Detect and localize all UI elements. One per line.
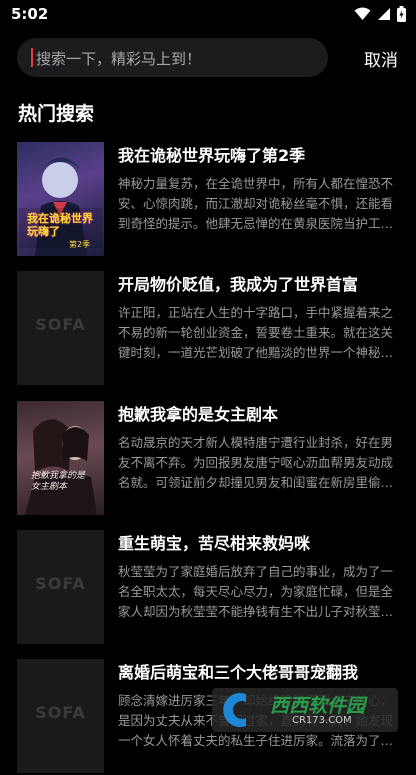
book-title: 抱歉我拿的是女主剧本 (118, 405, 279, 424)
search-placeholder: 搜索一下，精彩马上到！ (36, 50, 202, 68)
book-item[interactable]: 抱歉我拿的是女主剧本 抱歉我拿的是女主剧本 名动晟京的天才新人模特唐宁遭行业封杀… (17, 401, 401, 517)
cover-placeholder-logo: SOFA (35, 574, 86, 593)
text-cursor (31, 48, 33, 67)
watermark-badge: 西西软件园 CR173.COM (212, 688, 398, 732)
book-description: 神秘力量复苏，在全诡世界中，所有人都在惶恐不安、心惊肉跳，而江澈却对诡秘丝毫不惧… (118, 176, 394, 231)
cover-placeholder-logo: SOFA (35, 315, 86, 334)
cover-art-subtitle: 第2季 (69, 240, 91, 249)
watermark-logo-icon (223, 693, 246, 727)
book-item[interactable]: 我在诡秘世界玩嗨了 第2季 我在诡秘世界玩嗨了第2季 神秘力量复苏，在全诡世界中… (17, 142, 401, 258)
book-cover: SOFA (17, 530, 104, 644)
book-description: 名动晟京的天才新人模特唐宁遭行业封杀，好在男友不离不弃。为回报男友唐宁呕心沥血帮… (118, 435, 394, 490)
book-cover: SOFA (17, 271, 104, 385)
book-cover: 我在诡秘世界玩嗨了 第2季 (17, 142, 104, 256)
status-bar: 5:02 (0, 0, 416, 30)
book-title: 我在诡秘世界玩嗨了第2季 (118, 146, 306, 165)
book-title: 开局物价贬值，我成为了世界首富 (118, 275, 359, 294)
cancel-button[interactable]: 取消 (364, 46, 398, 71)
book-item[interactable]: SOFA 重生萌宝，苦尽柑来救妈咪 秋莹莹为了家庭婚后放弃了自己的事业，成为了一… (17, 530, 401, 646)
status-icons (354, 6, 406, 22)
book-description: 秋莹莹为了家庭婚后放弃了自己的事业，成为了一名全职太太，每天尽心尽力，为家庭忙碌… (118, 564, 394, 619)
section-title-hot-search: 热门搜索 (18, 103, 95, 125)
book-cover: SOFA (17, 659, 104, 773)
book-title: 重生萌宝，苦尽柑来救妈咪 (118, 534, 311, 553)
cover-art-title: 抱歉我拿的是女主剧本 (31, 471, 86, 492)
cover-art-title: 我在诡秘世界玩嗨了 (27, 212, 93, 238)
search-input[interactable]: 搜索一下，精彩马上到！ (17, 38, 328, 77)
watermark-site: CR173.COM (292, 715, 352, 726)
signal-icon (378, 8, 390, 20)
cover-art-figure (19, 157, 102, 256)
book-title: 离婚后萌宝和三个大佬哥哥宠翻我 (118, 663, 359, 682)
cover-placeholder-logo: SOFA (35, 703, 86, 722)
book-cover: 抱歉我拿的是女主剧本 (17, 401, 104, 515)
cover-art-figure (25, 419, 97, 515)
watermark-text: 西西软件园 (270, 695, 366, 717)
wifi-icon (354, 7, 371, 20)
book-description: 许正阳，正站在人生的十字路口，手中紧握着来之不易的新一轮创业资金，誓要卷土重来。… (118, 305, 394, 360)
status-time: 5:02 (11, 5, 49, 23)
book-item[interactable]: SOFA 开局物价贬值，我成为了世界首富 许正阳，正站在人生的十字路口，手中紧握… (17, 271, 401, 387)
battery-icon (397, 6, 406, 22)
